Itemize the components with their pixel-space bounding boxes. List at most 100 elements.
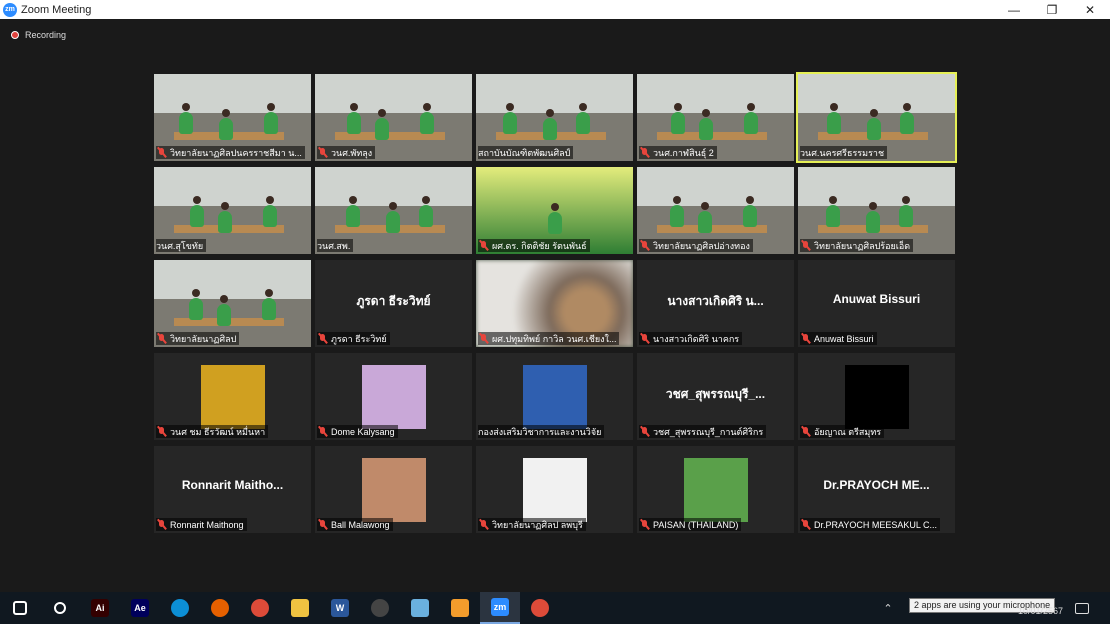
participant-name-label: Dome Kalysang: [317, 425, 398, 438]
participant-tile[interactable]: วนศ.สพ.: [315, 167, 472, 254]
mic-muted-icon: [800, 240, 811, 251]
participant-tile[interactable]: Ronnarit Maitho... Ronnarit Maithong: [154, 446, 311, 533]
participant-tile[interactable]: Ball Malawong: [315, 446, 472, 533]
participant-name: ผศ.ดร. กิตติชัย รัตนพันธ์: [492, 240, 587, 251]
participant-name-label: วนศ.นครศรีธรรมราช: [800, 146, 888, 159]
chevron-up-icon[interactable]: ⌃: [868, 592, 908, 624]
video-background: [476, 74, 633, 114]
notification-icon[interactable]: [1062, 592, 1102, 624]
taskbar-search[interactable]: [40, 592, 80, 624]
minimize-button[interactable]: —: [995, 0, 1033, 19]
video-background: [154, 260, 311, 300]
participant-tile[interactable]: วิทยาลัยนาฏศิลป: [154, 260, 311, 347]
participant-name: วิทยาลัยนาฏศิลปอ่างทอง: [653, 240, 750, 251]
participant-name: วนศ.พัทลุง: [331, 147, 373, 158]
mic-muted-icon: [800, 519, 811, 530]
window-title: Zoom Meeting: [21, 3, 92, 16]
participant-tile[interactable]: ผศ.ปทุมทิพย์ กาวิล วนศ.เชียงใ...: [476, 260, 633, 347]
video-person: [190, 196, 204, 227]
participant-tile[interactable]: วนศ.สุโขทัย: [154, 167, 311, 254]
video-person: [346, 196, 360, 227]
participant-name: Dome Kalysang: [331, 426, 395, 437]
participant-name: ภูรดา ธีระวิทย์: [331, 333, 387, 344]
participant-tile[interactable]: วนศ.นครศรีธรรมราช: [796, 72, 957, 163]
participant-name-label: อัยญาณ ตรีสมุทร: [800, 425, 885, 438]
video-person: [827, 103, 841, 134]
video-person: [219, 109, 233, 140]
participant-tile[interactable]: วนศ.กาฬสินธุ์ 2: [637, 74, 794, 161]
participant-tile[interactable]: วชศ_สุพรรณบุรี_... วชศ_สุพรรณบุรี_กานต์ศิ…: [637, 353, 794, 440]
mic-muted-icon: [800, 333, 811, 344]
participant-display-name: ภูรดา ธีระวิทย์: [356, 294, 431, 308]
participant-tile[interactable]: วิทยาลัยนาฏศิลป ลพบุรี: [476, 446, 633, 533]
taskbar-file-explorer[interactable]: [280, 592, 320, 624]
participant-tile[interactable]: ผศ.ดร. กิตติชัย รัตนพันธ์: [476, 167, 633, 254]
close-button[interactable]: ✕: [1071, 0, 1109, 19]
taskbar-start[interactable]: [0, 592, 40, 624]
taskbar-illustrator[interactable]: Ai: [80, 592, 120, 624]
participant-display-name: Ronnarit Maitho...: [181, 478, 284, 492]
participant-name: วิทยาลัยนาฏศิลปนครราชสีมา น...: [170, 147, 302, 158]
zoom-logo-icon: zm: [3, 2, 17, 17]
participant-tile[interactable]: สถาบันบัณฑิตพัฒนศิลป์: [476, 74, 633, 161]
participant-tile[interactable]: นางสาวเกิดศิริ น... นางสาวเกิดศิริ นาคกร: [637, 260, 794, 347]
participant-tile[interactable]: Dome Kalysang: [315, 353, 472, 440]
video-person: [576, 103, 590, 134]
participant-tile[interactable]: ภูรดา ธีระวิทย์ ภูรดา ธีระวิทย์: [315, 260, 472, 347]
participant-tile[interactable]: กองส่งเสริมวิชาการและงานวิจัย: [476, 353, 633, 440]
participant-tile[interactable]: Dr.PRAYOCH ME... Dr.PRAYOCH MEESAKUL C...: [798, 446, 955, 533]
participant-tile[interactable]: อัยญาณ ตรีสมุทร: [798, 353, 955, 440]
participant-tile[interactable]: วิทยาลัยนาฏศิลปอ่างทอง: [637, 167, 794, 254]
video-background: [315, 167, 472, 207]
participant-tile[interactable]: วนศ.พัทลุง: [315, 74, 472, 161]
video-background: [637, 74, 794, 114]
taskbar-chrome-alt[interactable]: [520, 592, 560, 624]
video-person: [826, 196, 840, 227]
participant-name: PAISAN (THAILAND): [653, 519, 739, 530]
taskbar-app-circle[interactable]: [360, 592, 400, 624]
video-background: [637, 167, 794, 207]
participant-name-label: Anuwat Bissuri: [800, 332, 877, 345]
participant-tile[interactable]: PAISAN (THAILAND): [637, 446, 794, 533]
video-person: [189, 289, 203, 320]
taskbar-app-blue[interactable]: [400, 592, 440, 624]
recording-indicator[interactable]: Recording: [11, 30, 66, 40]
participant-avatar: [361, 458, 426, 522]
video-background: [154, 167, 311, 207]
video-person: [671, 103, 685, 134]
meeting-stage: Recording วิทยาลัยนาฏศิลปนครราชสีมา น...…: [0, 19, 1110, 592]
participant-tile[interactable]: วิทยาลัยนาฏศิลปร้อยเอ็ด: [798, 167, 955, 254]
mic-muted-icon: [156, 147, 167, 158]
notification-glyph: [1075, 602, 1089, 614]
after-effects-icon: Ae: [131, 599, 149, 617]
taskbar-firefox[interactable]: [200, 592, 240, 624]
video-background: [154, 74, 311, 114]
video-person: [420, 103, 434, 134]
participant-name-label: Ball Malawong: [317, 518, 393, 531]
taskbar-chrome[interactable]: [240, 592, 280, 624]
participant-name: Ball Malawong: [331, 519, 390, 530]
participant-name-label: ผศ.ดร. กิตติชัย รัตนพันธ์: [478, 239, 590, 252]
restore-button[interactable]: ❐: [1033, 0, 1071, 19]
app-blue-icon: [411, 599, 429, 617]
taskbar-word[interactable]: W: [320, 592, 360, 624]
taskbar-media[interactable]: [440, 592, 480, 624]
participant-avatar: [200, 365, 265, 429]
participant-tile[interactable]: Anuwat Bissuri Anuwat Bissuri: [798, 260, 955, 347]
participant-name: Dr.PRAYOCH MEESAKUL C...: [814, 519, 938, 530]
taskbar-zoom[interactable]: zm: [480, 592, 520, 624]
participant-display-name: วชศ_สุพรรณบุรี_...: [665, 387, 766, 401]
taskbar-after-effects[interactable]: Ae: [120, 592, 160, 624]
recording-label: Recording: [25, 30, 67, 40]
participant-name-label: วิทยาลัยนาฏศิลปนครราชสีมา น...: [156, 146, 305, 159]
search-icon: [54, 602, 66, 614]
participant-avatar: [683, 458, 748, 522]
participant-name: Ronnarit Maithong: [170, 519, 244, 530]
mic-muted-icon: [317, 147, 328, 158]
participant-tile[interactable]: วิทยาลัยนาฏศิลปนครราชสีมา น...: [154, 74, 311, 161]
participant-name: วชศ_สุพรรณบุรี_กานต์ศิริกร: [653, 426, 764, 437]
participant-name: กองส่งเสริมวิชาการและงานวิจัย: [478, 426, 602, 437]
participant-name-label: วชศ_สุพรรณบุรี_กานต์ศิริกร: [639, 425, 767, 438]
participant-tile[interactable]: วนศ ชม ธีรวัฒน์ หมื่นหา: [154, 353, 311, 440]
taskbar-edge[interactable]: [160, 592, 200, 624]
